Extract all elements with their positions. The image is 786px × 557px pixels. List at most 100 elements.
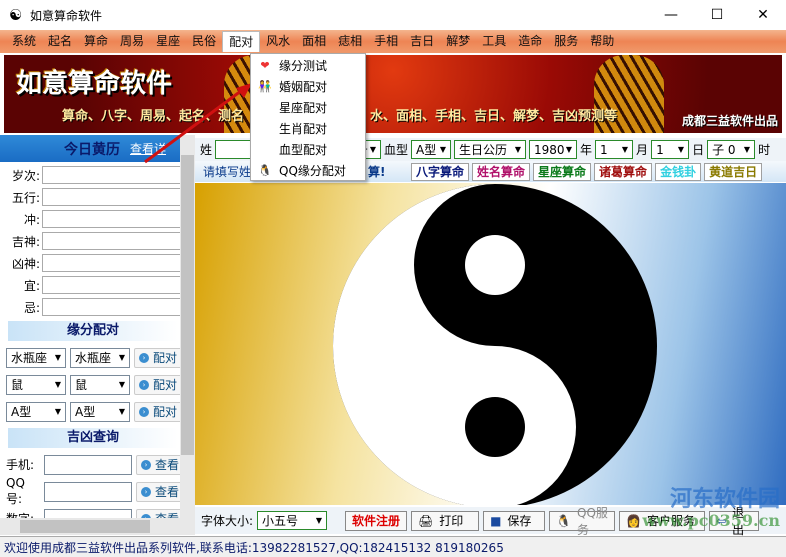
qq-service-button[interactable]: 🐧 QQ服务	[549, 506, 616, 537]
yin-yang-icon	[333, 184, 657, 505]
year-select[interactable]: 1980 ▼	[529, 140, 578, 159]
luck-label: QQ号:	[6, 476, 25, 506]
menu-item[interactable]: 算命	[78, 31, 114, 52]
arrow-icon: ›	[139, 352, 149, 363]
menu-item[interactable]: 起名	[42, 31, 78, 52]
almanac-field[interactable]	[42, 276, 182, 294]
menu-item[interactable]: 星座	[150, 31, 186, 52]
view-button[interactable]: › 查看	[136, 454, 185, 475]
menu-item[interactable]: 配对	[222, 31, 261, 52]
almanac-row: 忌:	[4, 296, 194, 318]
fortune-button[interactable]: 诸葛算命	[594, 162, 653, 181]
arrow-icon: ›	[139, 406, 149, 417]
match-button[interactable]: › 配对	[134, 401, 183, 422]
almanac-row: 宜:	[4, 274, 194, 296]
popup-menu-item[interactable]: 👫 婚姻配对	[251, 76, 365, 97]
close-button[interactable]: ✕	[740, 0, 786, 30]
fortune-button[interactable]: 姓名算命	[472, 162, 531, 181]
popup-menu-item[interactable]: 星座配对	[251, 97, 365, 118]
match-select[interactable]: 鼠 ▼	[6, 374, 66, 395]
match-button[interactable]: › 配对	[134, 347, 183, 368]
almanac-field[interactable]	[42, 298, 182, 316]
month-select[interactable]: 1 ▼	[595, 140, 634, 159]
day-select[interactable]: 1 ▼	[651, 140, 690, 159]
menu-item[interactable]: 工具	[476, 31, 512, 52]
calendar-select[interactable]: 生日公历 ▼	[454, 140, 527, 159]
popup-menu-label: 星座配对	[279, 101, 328, 115]
match-button[interactable]: › 配对	[134, 374, 183, 395]
register-button[interactable]: 软件注册	[345, 510, 408, 531]
status-text: 欢迎使用成都三益软件出品系列软件,联系电话:13982281527,QQ:182…	[4, 540, 504, 555]
print-button[interactable]: 🖨 打印	[411, 510, 480, 531]
popup-menu-item[interactable]: ❤ 缘分测试	[251, 55, 365, 76]
almanac-field[interactable]	[42, 254, 182, 272]
almanac-field[interactable]	[42, 232, 182, 250]
almanac-label: 忌:	[23, 300, 40, 315]
menu-bar: 系统 起名 算命 周易 星座 民俗 配对 风水 面相 痣相 手相 吉日 解梦 工具 造命 服务 帮助	[0, 30, 786, 53]
day-value: 1	[656, 142, 664, 157]
popup-menu-item[interactable]: 🐧 QQ缘分配对	[251, 160, 365, 181]
match-select[interactable]: A型 ▼	[70, 401, 130, 422]
maximize-button[interactable]: ☐	[694, 0, 740, 30]
blood-select[interactable]: A型 ▼	[411, 140, 452, 159]
save-button[interactable]: ■ 保存	[483, 510, 546, 531]
red-arrow-annotation	[144, 83, 252, 164]
match-select[interactable]: 鼠 ▼	[70, 374, 130, 395]
menu-item[interactable]: 吉日	[404, 31, 440, 52]
almanac-field[interactable]	[42, 210, 182, 228]
menu-item[interactable]: 帮助	[584, 31, 620, 52]
font-size-value: 小五号	[262, 514, 299, 528]
title-bar: ☯ 如意算命软件 — ☐ ✕	[0, 0, 786, 30]
fortune-button[interactable]: 八字算命	[411, 162, 470, 181]
menu-item[interactable]: 系统	[6, 31, 42, 52]
chevron-down-icon: ▼	[118, 380, 125, 389]
menu-item[interactable]: 手相	[368, 31, 404, 52]
view-button[interactable]: › 查看	[136, 481, 185, 502]
menu-item[interactable]: 痣相	[332, 31, 368, 52]
app-icon: ☯	[9, 6, 23, 24]
left-horizontal-scrollbar[interactable]	[0, 518, 195, 535]
menu-item[interactable]: 周易	[114, 31, 150, 52]
left-vertical-scrollbar[interactable]	[180, 135, 195, 518]
match-button-label: 配对	[153, 405, 178, 419]
calendar-value: 生日公历	[459, 143, 508, 157]
menu-item[interactable]: 风水	[260, 31, 296, 52]
font-size-select[interactable]: 小五号 ▼	[257, 511, 328, 530]
almanac-label: 岁次:	[11, 168, 40, 183]
menu-item[interactable]: 民俗	[186, 31, 222, 52]
popup-menu-label: 婚姻配对	[279, 80, 328, 94]
almanac-field[interactable]	[42, 188, 182, 206]
match-select[interactable]: A型 ▼	[6, 401, 66, 422]
hour-select[interactable]: 子 0 ▼	[707, 140, 756, 159]
yin-yang-image	[195, 183, 786, 505]
almanac-label: 宜:	[23, 278, 40, 293]
popup-menu-item[interactable]: 生肖配对	[251, 118, 365, 139]
pairing-dropdown-menu: ❤ 缘分测试 👫 婚姻配对星座配对生肖配对 血型配对 🐧 QQ缘分配对	[250, 53, 366, 181]
menu-item[interactable]: 解梦	[440, 31, 476, 52]
year-value: 1980	[534, 142, 565, 157]
menu-item[interactable]: 造命	[512, 31, 548, 52]
fortune-button[interactable]: 星座算命	[533, 162, 592, 181]
floppy-icon: ■	[490, 513, 502, 528]
fortune-button[interactable]: 黄道吉日	[704, 162, 763, 181]
status-bar: 欢迎使用成都三益软件出品系列软件,联系电话:13982281527,QQ:182…	[0, 536, 786, 557]
hour-label: 时	[758, 143, 771, 157]
luck-input[interactable]	[44, 481, 132, 502]
menu-item[interactable]: 面相	[296, 31, 332, 52]
qq-label: QQ服务	[577, 505, 608, 537]
match-row: 鼠 ▼ 鼠 ▼ › 配对	[6, 371, 194, 398]
save-label: 保存	[507, 514, 532, 528]
chevron-down-icon: ▼	[118, 407, 125, 416]
popup-menu-item[interactable]: 血型配对	[251, 139, 365, 160]
menu-item[interactable]: 服务	[548, 31, 584, 52]
chevron-down-icon: ▼	[54, 407, 61, 416]
match-button-label: 配对	[153, 378, 178, 392]
blood-value: A型	[416, 143, 437, 157]
match-select[interactable]: 水瓶座 ▼	[6, 347, 66, 368]
hour-value: 子 0	[712, 143, 736, 157]
luck-section-title: 吉凶查询	[8, 428, 178, 448]
luck-input[interactable]	[44, 454, 132, 475]
fortune-button[interactable]: 金钱卦	[655, 162, 702, 181]
minimize-button[interactable]: —	[648, 0, 694, 30]
match-select[interactable]: 水瓶座 ▼	[70, 347, 130, 368]
